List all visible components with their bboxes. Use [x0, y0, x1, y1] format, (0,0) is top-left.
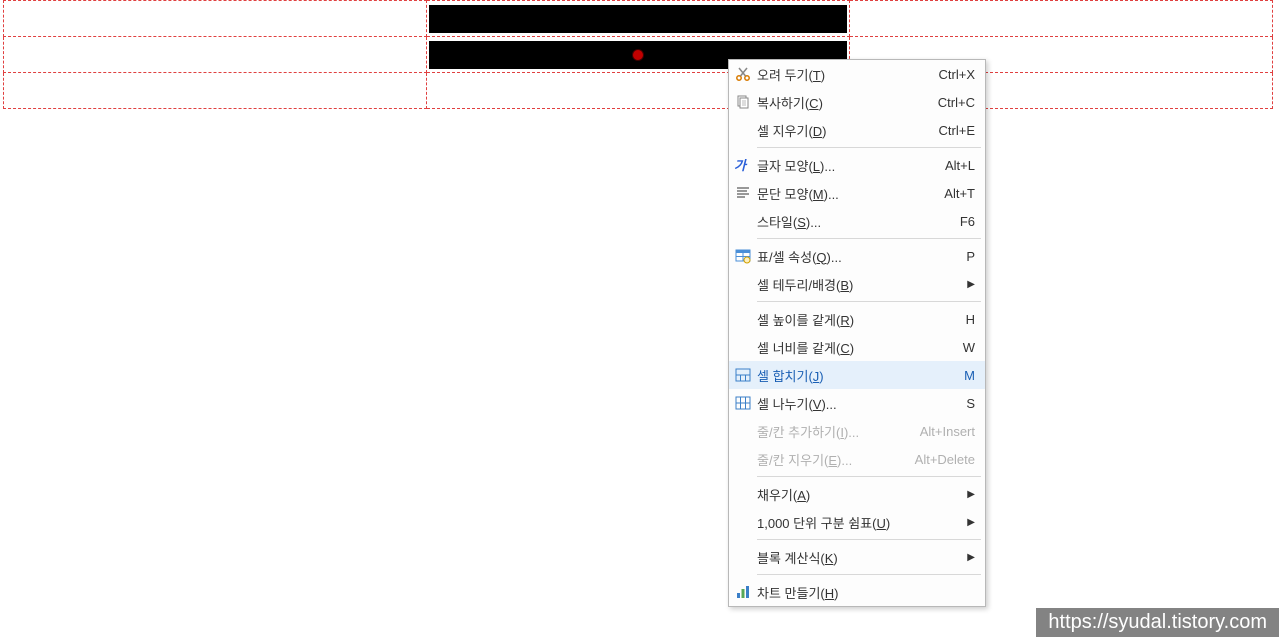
- tableprops-icon: [729, 248, 757, 264]
- menu-item-label: 1,000 단위 구분 쉼표(U): [757, 513, 963, 532]
- menu-item[interactable]: 셀 너비를 같게(C)W: [729, 333, 985, 361]
- menu-separator: [757, 147, 981, 148]
- svg-text:가: 가: [734, 158, 748, 172]
- chart-icon: [729, 585, 757, 599]
- menu-item[interactable]: 셀 합치기(J)M: [729, 361, 985, 389]
- menu-item[interactable]: 블록 계산식(K)▶: [729, 543, 985, 571]
- menu-item[interactable]: 표/셀 속성(Q)...P: [729, 242, 985, 270]
- menu-item[interactable]: 채우기(A)▶: [729, 480, 985, 508]
- menu-item[interactable]: 1,000 단위 구분 쉼표(U)▶: [729, 508, 985, 536]
- submenu-arrow-icon: ▶: [963, 552, 975, 563]
- table-cell[interactable]: [4, 73, 427, 109]
- menu-item-label: 채우기(A): [757, 485, 963, 504]
- menu-item-label: 표/셀 속성(Q)...: [757, 247, 966, 266]
- table-row: [4, 1, 1273, 37]
- menu-item-shortcut: H: [966, 312, 975, 327]
- cut-icon: [729, 66, 757, 82]
- table-row: [4, 73, 1273, 109]
- menu-item-label: 스타일(S)...: [757, 212, 960, 231]
- font-icon: 가: [729, 158, 757, 172]
- context-menu: 오려 두기(T)Ctrl+X복사하기(C)Ctrl+C셀 지우기(D)Ctrl+…: [728, 59, 986, 607]
- cursor-marker: [632, 49, 644, 61]
- menu-separator: [757, 539, 981, 540]
- menu-separator: [757, 238, 981, 239]
- table-cell-selected[interactable]: [427, 1, 850, 37]
- menu-item[interactable]: 셀 높이를 같게(R)H: [729, 305, 985, 333]
- table-cell[interactable]: [4, 1, 427, 37]
- menu-item-label: 오려 두기(T): [757, 65, 939, 84]
- menu-item: 줄/칸 추가하기(I)...Alt+Insert: [729, 417, 985, 445]
- table-cell[interactable]: [850, 1, 1273, 37]
- menu-item-shortcut: S: [966, 396, 975, 411]
- menu-item-shortcut: P: [966, 249, 975, 264]
- menu-item[interactable]: 셀 테두리/배경(B)▶: [729, 270, 985, 298]
- menu-item-label: 복사하기(C): [757, 93, 938, 112]
- menu-separator: [757, 574, 981, 575]
- table-row: [4, 37, 1273, 73]
- submenu-arrow-icon: ▶: [963, 489, 975, 500]
- menu-item[interactable]: 가 글자 모양(L)...Alt+L: [729, 151, 985, 179]
- document-table: [3, 0, 1273, 109]
- selection-highlight: [429, 5, 847, 33]
- menu-item[interactable]: 문단 모양(M)...Alt+T: [729, 179, 985, 207]
- menu-separator: [757, 301, 981, 302]
- menu-item-label: 셀 합치기(J): [757, 366, 964, 385]
- menu-item-shortcut: Ctrl+C: [938, 95, 975, 110]
- menu-item[interactable]: 차트 만들기(H): [729, 578, 985, 606]
- menu-item[interactable]: 오려 두기(T)Ctrl+X: [729, 60, 985, 88]
- menu-item-label: 셀 지우기(D): [757, 121, 939, 140]
- menu-item-shortcut: Alt+Delete: [915, 452, 975, 467]
- menu-item[interactable]: 셀 지우기(D)Ctrl+E: [729, 116, 985, 144]
- table-selection-area: [3, 0, 1273, 109]
- menu-item[interactable]: 스타일(S)...F6: [729, 207, 985, 235]
- table-cell[interactable]: [4, 37, 427, 73]
- merge-icon: [729, 368, 757, 382]
- menu-item-label: 줄/칸 지우기(E)...: [757, 450, 915, 469]
- menu-item-shortcut: F6: [960, 214, 975, 229]
- menu-item-shortcut: W: [963, 340, 975, 355]
- menu-item-label: 셀 높이를 같게(R): [757, 310, 966, 329]
- menu-item-label: 글자 모양(L)...: [757, 156, 945, 175]
- split-icon: [729, 396, 757, 410]
- menu-item-shortcut: Alt+Insert: [920, 424, 975, 439]
- menu-item[interactable]: 셀 나누기(V)...S: [729, 389, 985, 417]
- menu-separator: [757, 476, 981, 477]
- menu-item-shortcut: Ctrl+E: [939, 123, 975, 138]
- menu-item-shortcut: M: [964, 368, 975, 383]
- menu-item[interactable]: 복사하기(C)Ctrl+C: [729, 88, 985, 116]
- menu-item-label: 셀 테두리/배경(B): [757, 275, 963, 294]
- menu-item-label: 셀 너비를 같게(C): [757, 338, 963, 357]
- menu-item-label: 셀 나누기(V)...: [757, 394, 966, 413]
- menu-item-shortcut: Ctrl+X: [939, 67, 975, 82]
- watermark: https://syudal.tistory.com: [1036, 608, 1279, 637]
- submenu-arrow-icon: ▶: [963, 517, 975, 528]
- menu-item: 줄/칸 지우기(E)...Alt+Delete: [729, 445, 985, 473]
- menu-item-label: 줄/칸 추가하기(I)...: [757, 422, 920, 441]
- copy-icon: [729, 94, 757, 110]
- menu-item-shortcut: Alt+T: [944, 186, 975, 201]
- para-icon: [729, 186, 757, 200]
- menu-item-label: 차트 만들기(H): [757, 583, 975, 602]
- submenu-arrow-icon: ▶: [963, 279, 975, 290]
- menu-item-shortcut: Alt+L: [945, 158, 975, 173]
- menu-item-label: 문단 모양(M)...: [757, 184, 944, 203]
- watermark-text: https://syudal.tistory.com: [1048, 611, 1267, 634]
- menu-item-label: 블록 계산식(K): [757, 548, 963, 567]
